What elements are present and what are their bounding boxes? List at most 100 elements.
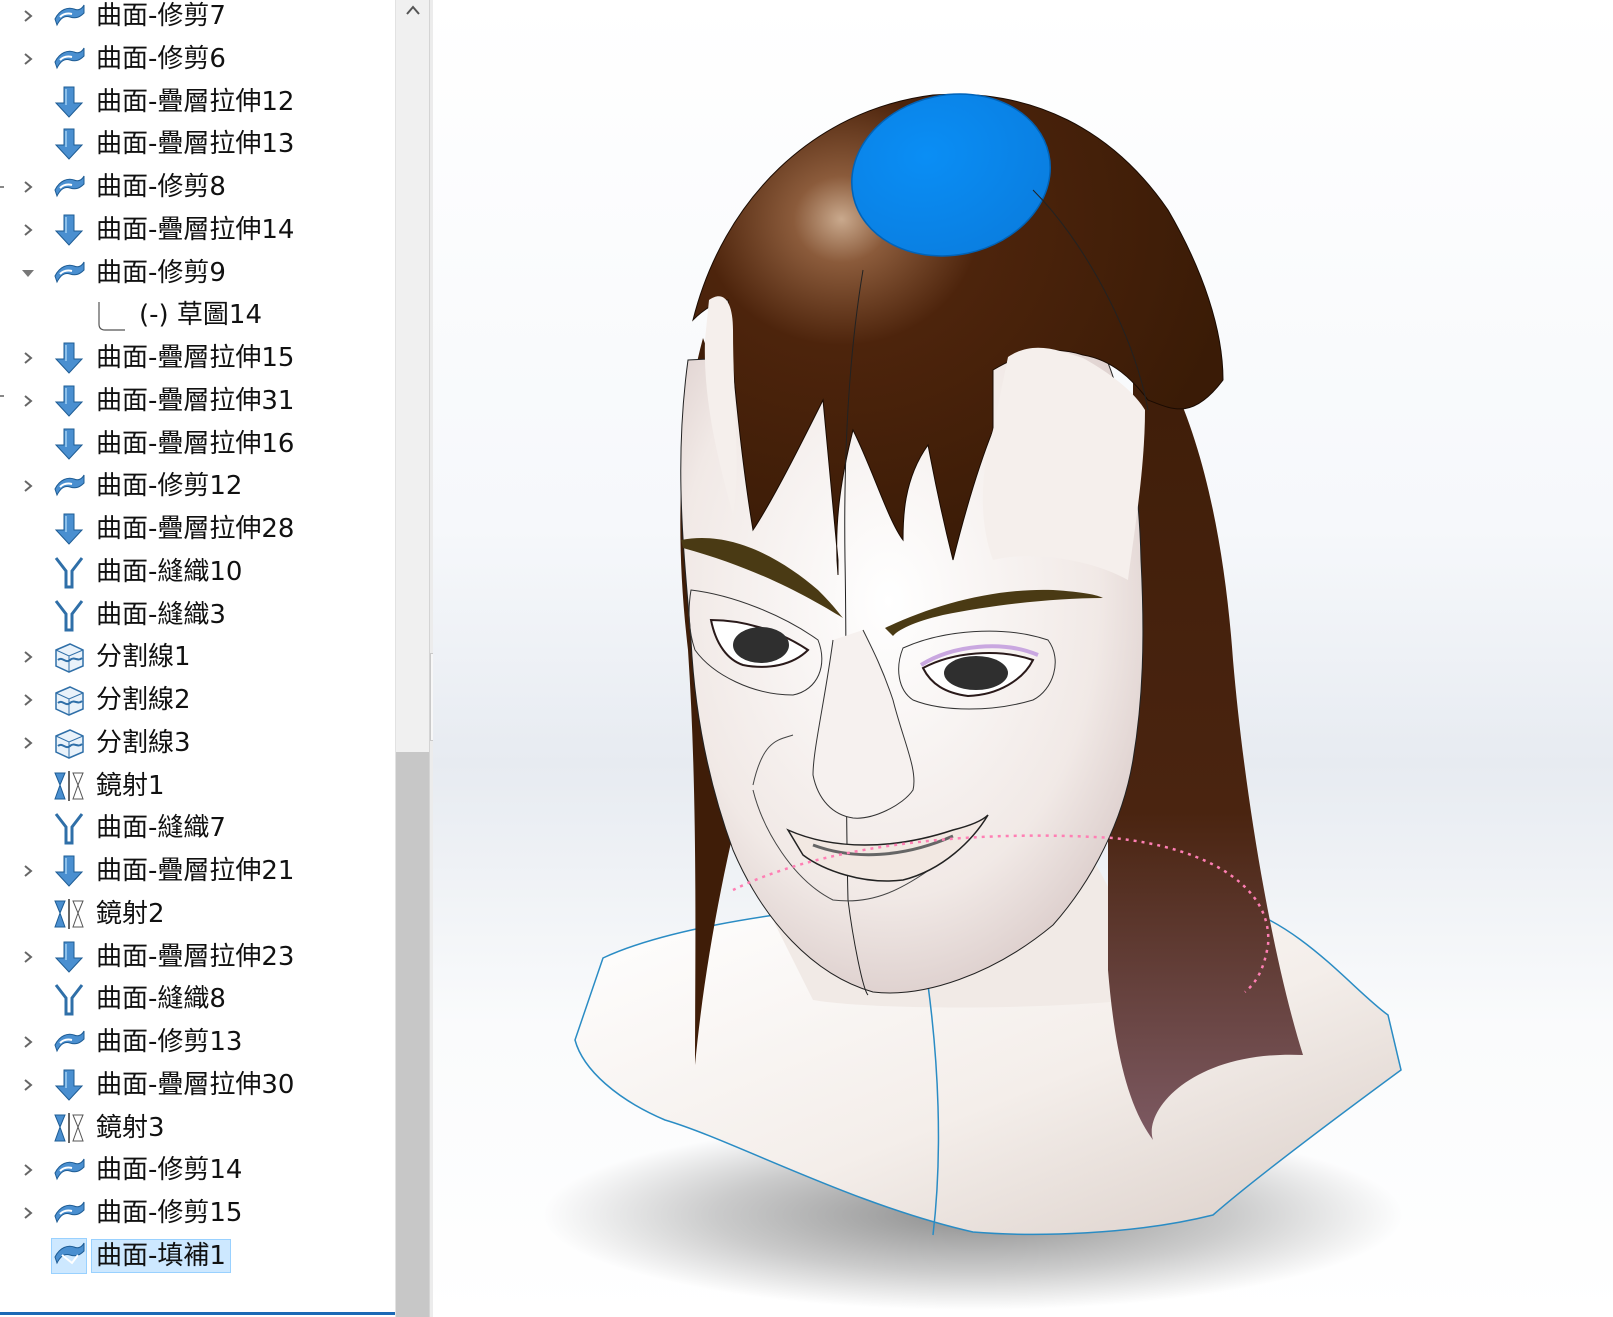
- tree-item-label: 曲面-疊層拉伸23: [96, 942, 295, 972]
- tree-expander[interactable]: [18, 348, 38, 368]
- tree-expander[interactable]: [18, 1075, 38, 1095]
- tree-item[interactable]: 分割線3: [0, 721, 395, 765]
- tree-item[interactable]: 曲面-疊層拉伸31: [0, 379, 395, 423]
- tree-expander: [18, 989, 38, 1009]
- chevron-up-icon: [406, 5, 420, 15]
- tree-expander[interactable]: [18, 6, 38, 26]
- surface-knit-icon: [52, 982, 86, 1016]
- tree-item[interactable]: 曲面-縫織7: [0, 806, 395, 850]
- tree-expander[interactable]: [18, 733, 38, 753]
- tree-item[interactable]: 曲面-修剪13: [0, 1020, 395, 1064]
- tree-expander[interactable]: [18, 690, 38, 710]
- tree-item[interactable]: 曲面-修剪6: [0, 37, 395, 81]
- tree-expander[interactable]: [18, 220, 38, 240]
- scroll-thumb[interactable]: [396, 752, 430, 1317]
- tree-item[interactable]: 鏡射2: [0, 892, 395, 936]
- tree-expander: [18, 1118, 38, 1138]
- tree-expander[interactable]: [18, 391, 38, 411]
- tree-item-label: 曲面-疊層拉伸13: [96, 129, 295, 159]
- tree-item[interactable]: 曲面-疊層拉伸14: [0, 208, 395, 252]
- chevron-right-icon: [24, 1036, 33, 1048]
- tree-item[interactable]: 曲面-填補1: [0, 1234, 395, 1278]
- tree-expander[interactable]: [18, 49, 38, 69]
- tree-item-label: (-) 草圖14: [139, 300, 263, 330]
- surface-trim-icon: [52, 0, 86, 33]
- tree-item-label: 曲面-修剪8: [96, 172, 226, 202]
- tree-item[interactable]: 曲面-縫織8: [0, 977, 395, 1021]
- tree-item[interactable]: 曲面-疊層拉伸28: [0, 507, 395, 551]
- iris-right: [944, 656, 1008, 690]
- tree-item[interactable]: 曲面-疊層拉伸30: [0, 1063, 395, 1107]
- tree-expander: [18, 605, 38, 625]
- tree-item[interactable]: 曲面-修剪14: [0, 1148, 395, 1192]
- tree-expander: [18, 305, 38, 325]
- tree-item-label: 曲面-疊層拉伸16: [96, 429, 295, 459]
- tree-expander: [18, 92, 38, 112]
- tree-expander[interactable]: [18, 861, 38, 881]
- tree-item-label: 曲面-修剪9: [96, 258, 226, 288]
- tree-expander[interactable]: [18, 1160, 38, 1180]
- split-line-icon: [52, 726, 86, 760]
- tree-item[interactable]: 曲面-疊層拉伸21: [0, 849, 395, 893]
- tree-item-label: 分割線3: [96, 728, 191, 758]
- iris-left: [733, 627, 789, 663]
- tree-expander[interactable]: [18, 263, 38, 283]
- chevron-down-icon: [22, 270, 34, 277]
- surface-trim-icon: [52, 1196, 86, 1230]
- tree-item[interactable]: 曲面-疊層拉伸13: [0, 122, 395, 166]
- tree-item[interactable]: 曲面-疊層拉伸12: [0, 80, 395, 124]
- tree-expander: [18, 562, 38, 582]
- tree-item-label: 曲面-疊層拉伸21: [96, 856, 295, 886]
- chevron-right-icon: [24, 10, 33, 22]
- tree-item-label: 曲面-縫織10: [96, 557, 243, 587]
- tree-item-label: 曲面-修剪7: [96, 1, 226, 31]
- tree-item[interactable]: (-) 草圖14: [0, 293, 395, 337]
- split-line-icon: [52, 683, 86, 717]
- tree-expander[interactable]: [18, 177, 38, 197]
- tree-item[interactable]: 曲面-修剪8: [0, 165, 395, 209]
- tree-scrollbar[interactable]: [395, 0, 430, 1317]
- tree-item[interactable]: 曲面-縫織3: [0, 593, 395, 637]
- tree-expander: [18, 519, 38, 539]
- surface-loft-icon: [52, 940, 86, 974]
- tree-item[interactable]: 曲面-修剪7: [0, 0, 395, 38]
- tree-expander[interactable]: [18, 476, 38, 496]
- surface-fill-icon: [51, 1238, 87, 1274]
- feature-manager-tree: 曲面-修剪7 曲面-修剪6 曲面-疊層拉伸12 曲面-疊層拉伸13 曲面-修剪8 曲面-疊…: [0, 0, 395, 1317]
- tree-item[interactable]: 鏡射3: [0, 1106, 395, 1150]
- scroll-up-button[interactable]: [396, 0, 430, 26]
- surface-trim-icon: [52, 170, 86, 204]
- tree-item[interactable]: 分割線2: [0, 678, 395, 722]
- tree-item-label: 曲面-縫織7: [96, 813, 226, 843]
- tree-item-label: 曲面-疊層拉伸12: [96, 87, 295, 117]
- mirror-icon: [52, 897, 86, 931]
- chevron-right-icon: [24, 737, 33, 749]
- surface-loft-icon: [52, 512, 86, 546]
- surface-trim-icon: [52, 469, 86, 503]
- tree-item[interactable]: 曲面-疊層拉伸16: [0, 422, 395, 466]
- tree-item[interactable]: 曲面-縫織10: [0, 550, 395, 594]
- surface-knit-icon: [52, 555, 86, 589]
- chevron-right-icon: [24, 1207, 33, 1219]
- tree-expander[interactable]: [18, 647, 38, 667]
- tree-item[interactable]: 曲面-修剪12: [0, 464, 395, 508]
- graphics-viewport[interactable]: [433, 0, 1613, 1317]
- chevron-right-icon: [24, 951, 33, 963]
- tree-item[interactable]: 曲面-疊層拉伸15: [0, 336, 395, 380]
- tree-item[interactable]: 曲面-修剪15: [0, 1191, 395, 1235]
- tree-item-label: 鏡射1: [96, 771, 165, 801]
- tree-item-label: 曲面-修剪14: [96, 1155, 243, 1185]
- tree-item[interactable]: 曲面-修剪9: [0, 251, 395, 295]
- surface-knit-icon: [52, 811, 86, 845]
- tree-item[interactable]: 鏡射1: [0, 764, 395, 808]
- tree-expander[interactable]: [18, 1203, 38, 1223]
- surface-loft-icon: [52, 1068, 86, 1102]
- tree-item-label: 分割線2: [96, 685, 191, 715]
- tree-item[interactable]: 曲面-疊層拉伸23: [0, 935, 395, 979]
- chevron-right-icon: [24, 1164, 33, 1176]
- tree-expander[interactable]: [18, 947, 38, 967]
- tree-item[interactable]: 分割線1: [0, 635, 395, 679]
- tree-item-label: 曲面-修剪12: [96, 471, 243, 501]
- chevron-right-icon: [24, 352, 33, 364]
- tree-expander[interactable]: [18, 1032, 38, 1052]
